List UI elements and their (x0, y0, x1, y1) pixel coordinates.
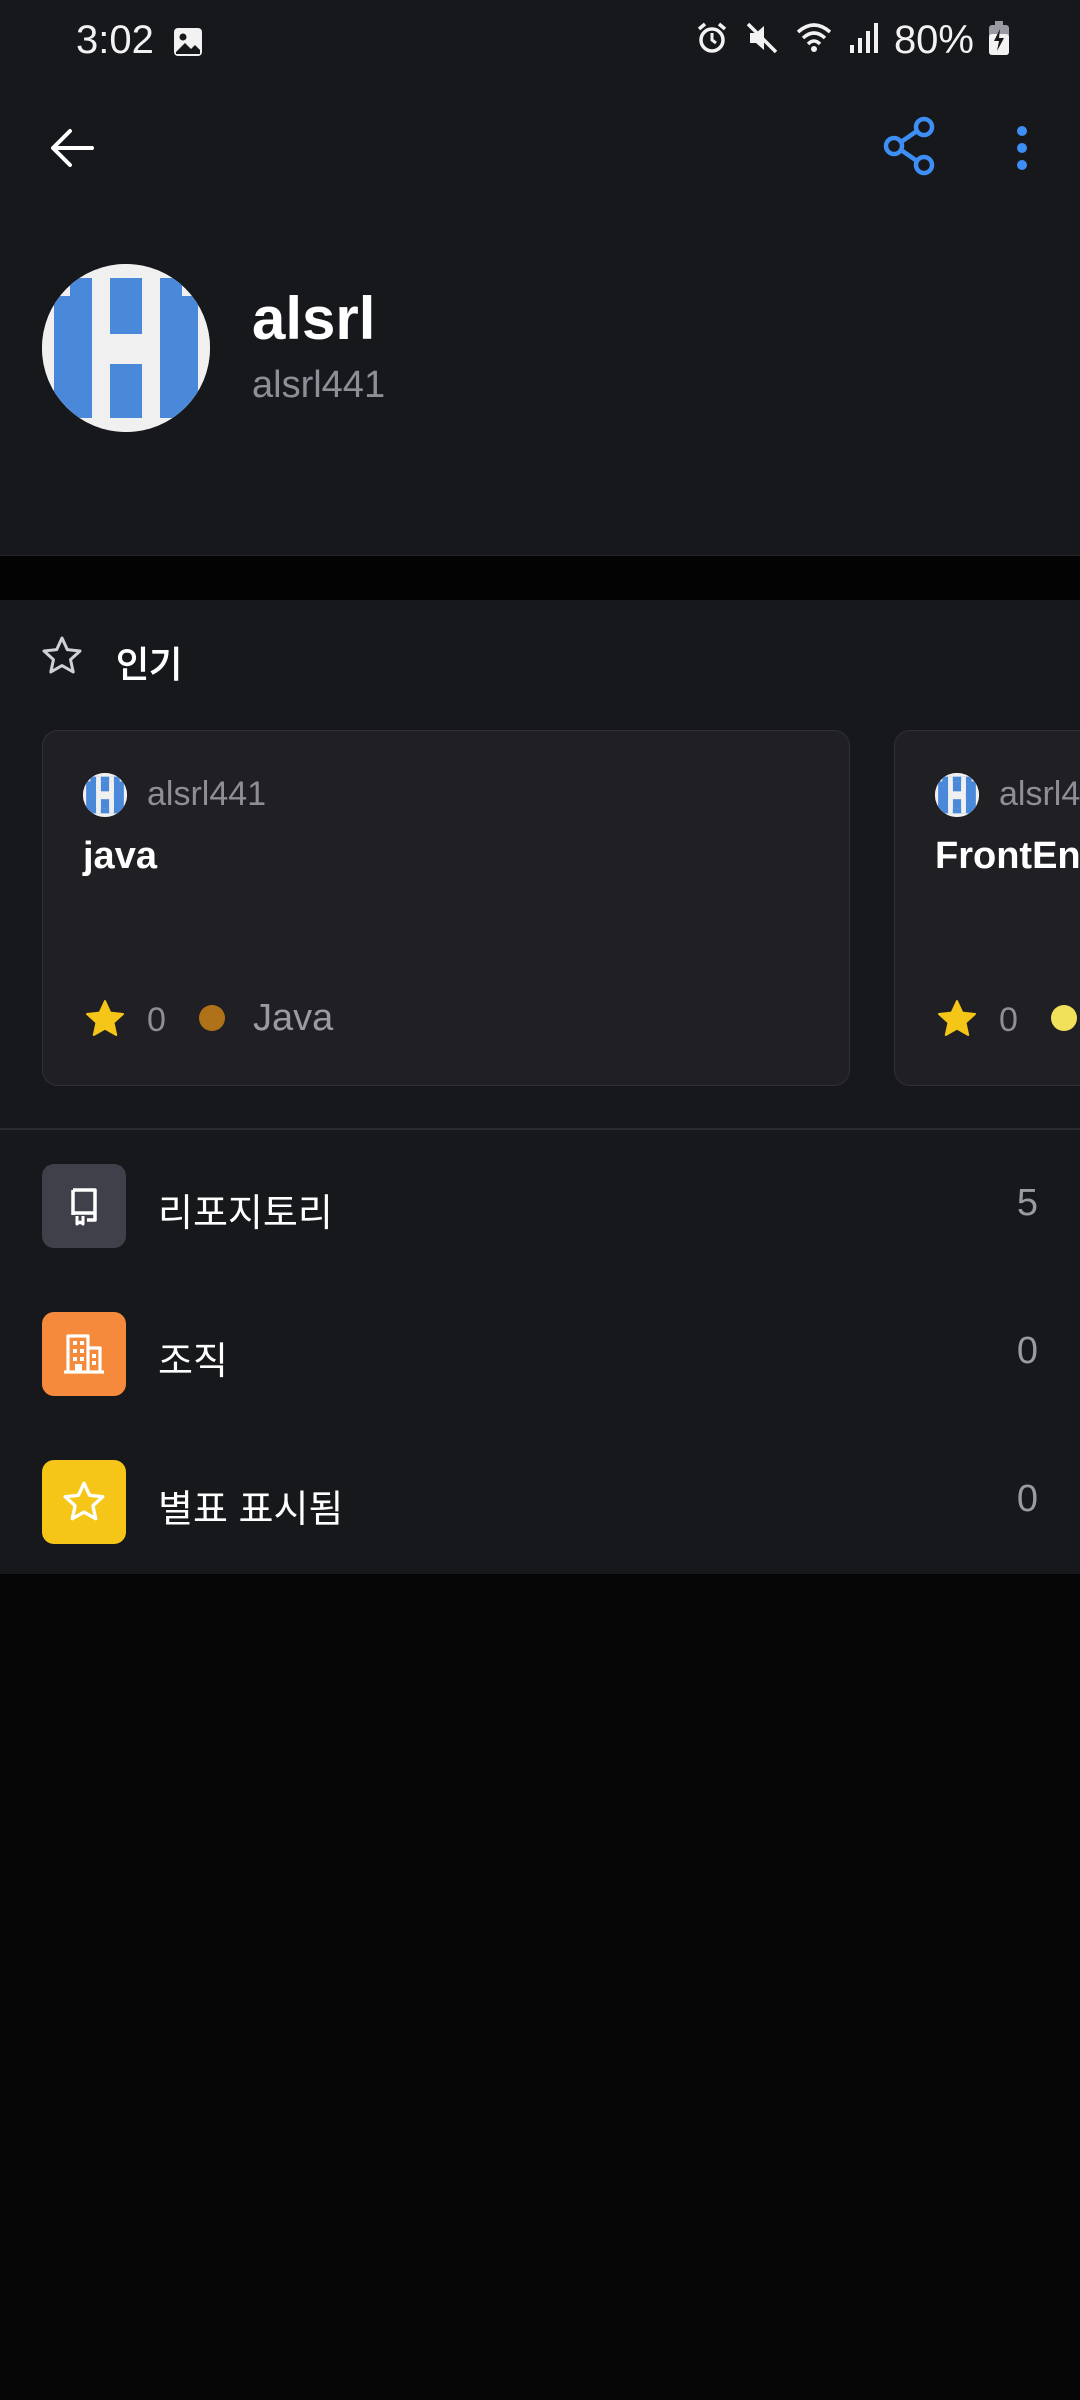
organization-icon (42, 1312, 126, 1396)
menu-item-label: 리포지토리 (158, 1193, 333, 1235)
status-time: 3:02 (76, 18, 154, 62)
star-filled-icon (935, 997, 979, 1046)
display-name: alsrl (252, 285, 376, 352)
share-icon (883, 116, 935, 176)
repo-owner: alsrl441 (147, 775, 267, 813)
mute-icon (744, 20, 780, 61)
username: alsrl441 (252, 364, 386, 406)
language-color-dot (1051, 1005, 1077, 1031)
menu-item-repositories[interactable]: 리포지토리 5 (0, 1164, 1080, 1284)
repo-card-frontend[interactable]: alsrl441 FrontEnd 0 (894, 730, 1080, 1086)
menu-item-count: 5 (1016, 1182, 1038, 1224)
star-filled-icon (83, 997, 127, 1046)
share-button[interactable] (878, 114, 942, 178)
more-vertical-icon (1017, 126, 1027, 170)
repo-icon (42, 1164, 126, 1248)
popular-repos-carousel[interactable]: alsrl441 java 0 Java alsrl4 FrontEn 0 (0, 730, 1080, 1090)
battery-percent: 80% (893, 18, 974, 62)
signal-icon (848, 21, 880, 60)
popular-section-title: 인기 (116, 644, 183, 685)
menu-item-label: 조직 (158, 1341, 228, 1383)
repo-name: java (83, 835, 157, 877)
menu-item-label: 별표 표시됨 (158, 1489, 344, 1531)
wifi-icon (794, 20, 834, 61)
alarm-icon (694, 20, 730, 61)
menu-item-count: 0 (1016, 1478, 1038, 1520)
language-color-dot (199, 1005, 225, 1031)
menu-item-organizations[interactable]: 조직 0 (0, 1312, 1080, 1432)
owner-avatar (83, 773, 127, 817)
divider (0, 1128, 1080, 1130)
section-gap (0, 556, 1080, 600)
star-count: 0 (999, 1001, 1018, 1039)
star-count: 0 (147, 1001, 166, 1039)
back-button[interactable] (44, 118, 104, 178)
avatar (42, 264, 210, 432)
menu-item-count: 0 (1016, 1330, 1038, 1372)
battery-charging-icon (988, 20, 1010, 61)
repo-owner: alsrl441 (999, 775, 1080, 813)
star-outline-icon (40, 634, 84, 683)
arrow-left-icon (51, 129, 94, 167)
more-options-button[interactable] (1004, 118, 1040, 178)
menu-item-starred[interactable]: 별표 표시됨 0 (0, 1460, 1080, 1580)
repo-name: FrontEnd (935, 835, 1080, 877)
image-icon (172, 26, 204, 63)
status-icons: 80% (694, 18, 1010, 63)
repo-card-java[interactable]: alsrl441 java 0 Java (42, 730, 850, 1086)
owner-avatar (935, 773, 979, 817)
repo-language: Java (253, 997, 334, 1039)
star-icon (42, 1460, 126, 1544)
